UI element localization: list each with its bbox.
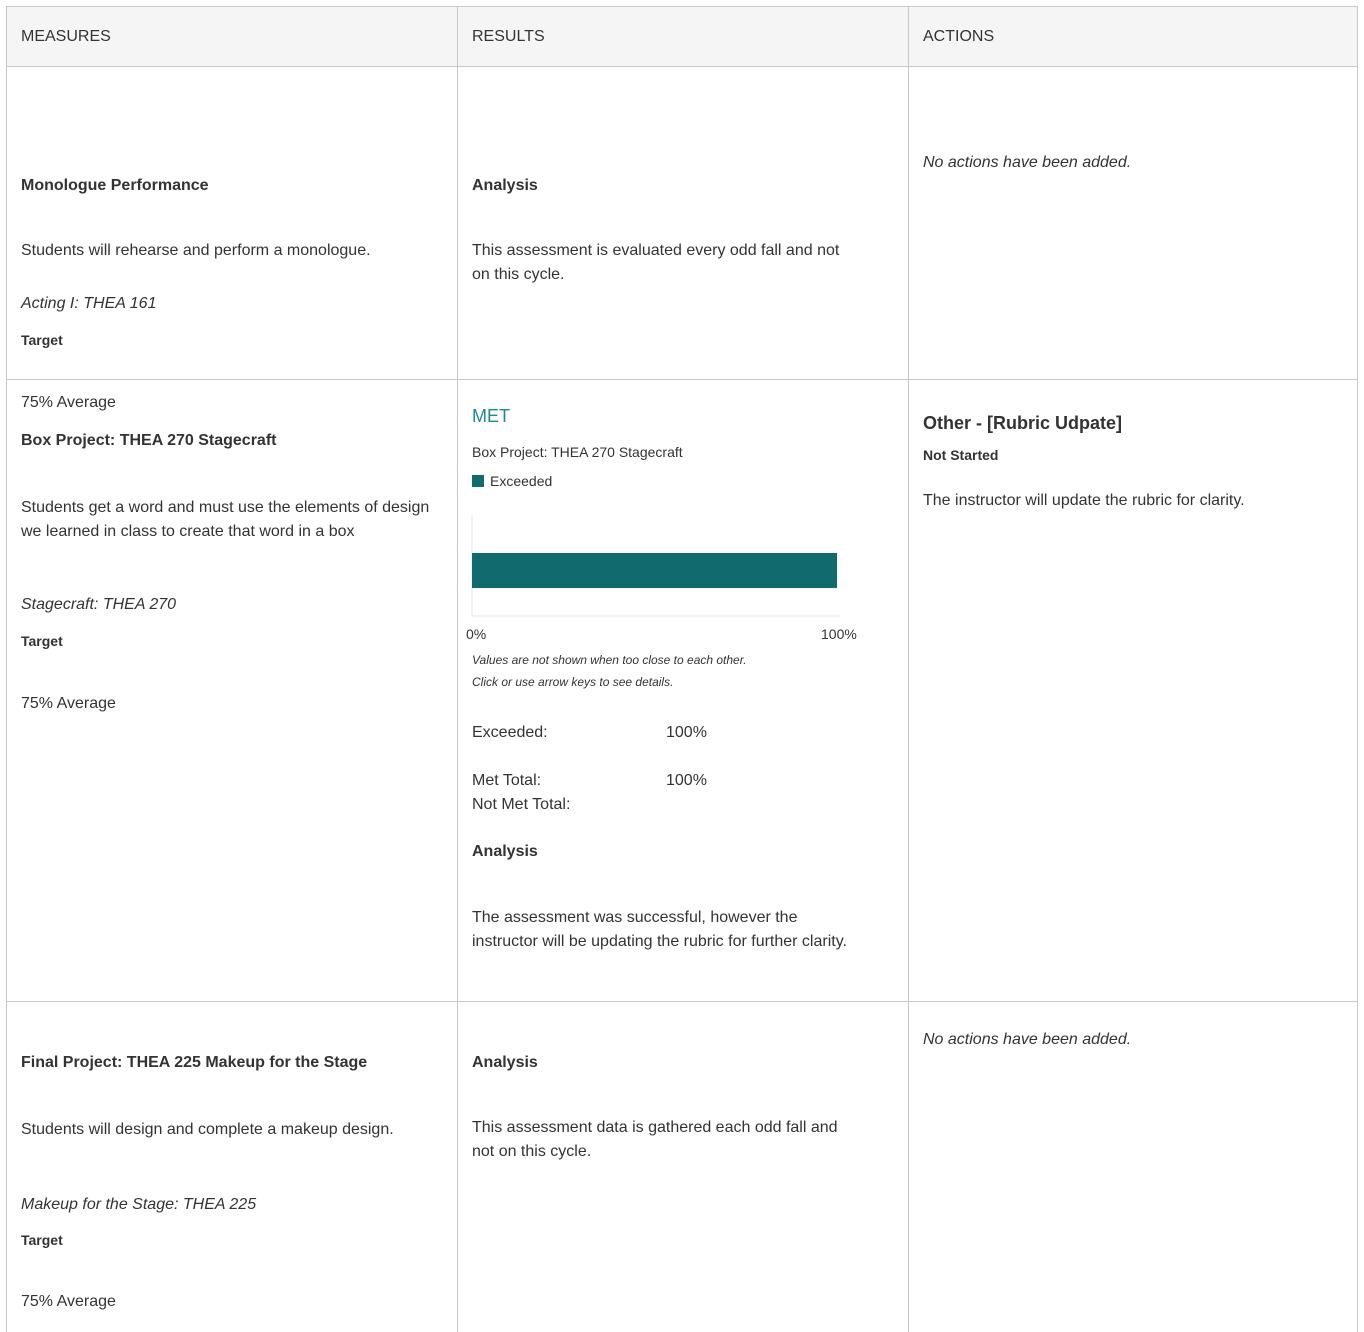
- met-total-label: Met Total:: [472, 772, 542, 789]
- actions-cell: No actions have been added.: [909, 1002, 1357, 1332]
- target-label: Target: [21, 633, 63, 649]
- analysis-label: Analysis: [472, 843, 538, 860]
- table-row: Box Project: THEA 270 Stagecraft Student…: [7, 380, 1357, 1002]
- action-title: Other - [Rubric Udpate]: [923, 413, 1123, 433]
- results-bar-chart[interactable]: [470, 516, 870, 620]
- chart-note-2: Click or use arrow keys to see details.: [472, 675, 674, 689]
- analysis-text: The assessment was successful, however t…: [472, 909, 847, 950]
- measure-cell: Box Project: THEA 270 Stagecraft Student…: [7, 380, 458, 1001]
- table-header-row: MEASURES RESULTS ACTIONS: [7, 7, 1357, 67]
- bar-exceeded[interactable]: [472, 553, 837, 588]
- met-total-value: 100%: [666, 772, 707, 789]
- action-description: The instructor will update the rubric fo…: [923, 492, 1245, 509]
- results-cell: MET Box Project: THEA 270 Stagecraft Exc…: [458, 380, 909, 1001]
- status-met: MET: [472, 406, 510, 426]
- axis-min-label: 0%: [466, 626, 487, 642]
- measure-description: Students will rehearse and perform a mon…: [21, 242, 371, 259]
- measure-title: Final Project: THEA 225 Makeup for the S…: [21, 1054, 368, 1071]
- axis-max-label: 100%: [821, 626, 857, 642]
- measure-title: Monologue Performance: [21, 177, 209, 194]
- results-cell: Analysis This assessment data is gathere…: [458, 1002, 909, 1332]
- analysis-label: Analysis: [472, 177, 538, 194]
- exceeded-value: 100%: [666, 724, 707, 741]
- chart-note-1: Values are not shown when too close to e…: [472, 653, 747, 667]
- header-measures: MEASURES: [7, 7, 458, 66]
- measure-description: Students will design and complete a make…: [21, 1121, 394, 1138]
- analysis-label: Analysis: [472, 1054, 538, 1071]
- measure-cell: Final Project: THEA 225 Makeup for the S…: [7, 1002, 458, 1332]
- analysis-text: This assessment data is gathered each od…: [472, 1119, 838, 1160]
- measure-course: Stagecraft: THEA 270: [21, 596, 177, 613]
- action-status: Not Started: [923, 447, 999, 463]
- actions-cell: Other - [Rubric Udpate] Not Started The …: [909, 380, 1357, 1001]
- actions-cell: No actions have been added.: [909, 67, 1357, 379]
- table-row: Final Project: THEA 225 Makeup for the S…: [7, 1002, 1357, 1332]
- table-row: Monologue Performance Students will rehe…: [7, 67, 1357, 411]
- no-actions-text: No actions have been added.: [923, 1031, 1132, 1048]
- header-actions: ACTIONS: [923, 28, 995, 45]
- results-cell: Analysis This assessment is evaluated ev…: [458, 67, 909, 379]
- measure-description: Students get a word and must use the ele…: [21, 499, 430, 540]
- exceeded-label: Exceeded:: [472, 724, 548, 741]
- legend-swatch: [472, 475, 484, 487]
- target-value: 75% Average: [21, 1293, 116, 1310]
- target-label: Target: [21, 332, 63, 348]
- measure-cell: Monologue Performance Students will rehe…: [7, 67, 458, 411]
- assessment-table: MEASURES RESULTS ACTIONS Monologue Perfo…: [6, 6, 1358, 1332]
- header-results: RESULTS: [458, 7, 909, 66]
- target-label: Target: [21, 1232, 63, 1248]
- measure-course: Acting I: THEA 161: [21, 295, 157, 312]
- measure-title: Box Project: THEA 270 Stagecraft: [21, 432, 277, 449]
- analysis-text: This assessment is evaluated every odd f…: [472, 242, 840, 283]
- target-value: 75% Average: [21, 695, 116, 712]
- not-met-total-label: Not Met Total:: [472, 796, 571, 813]
- chart-title: Box Project: THEA 270 Stagecraft: [472, 444, 683, 460]
- no-actions-text: No actions have been added.: [923, 154, 1132, 171]
- measure-course: Makeup for the Stage: THEA 225: [21, 1196, 257, 1213]
- chart-legend[interactable]: Exceeded: [472, 473, 552, 489]
- legend-label: Exceeded: [490, 473, 553, 489]
